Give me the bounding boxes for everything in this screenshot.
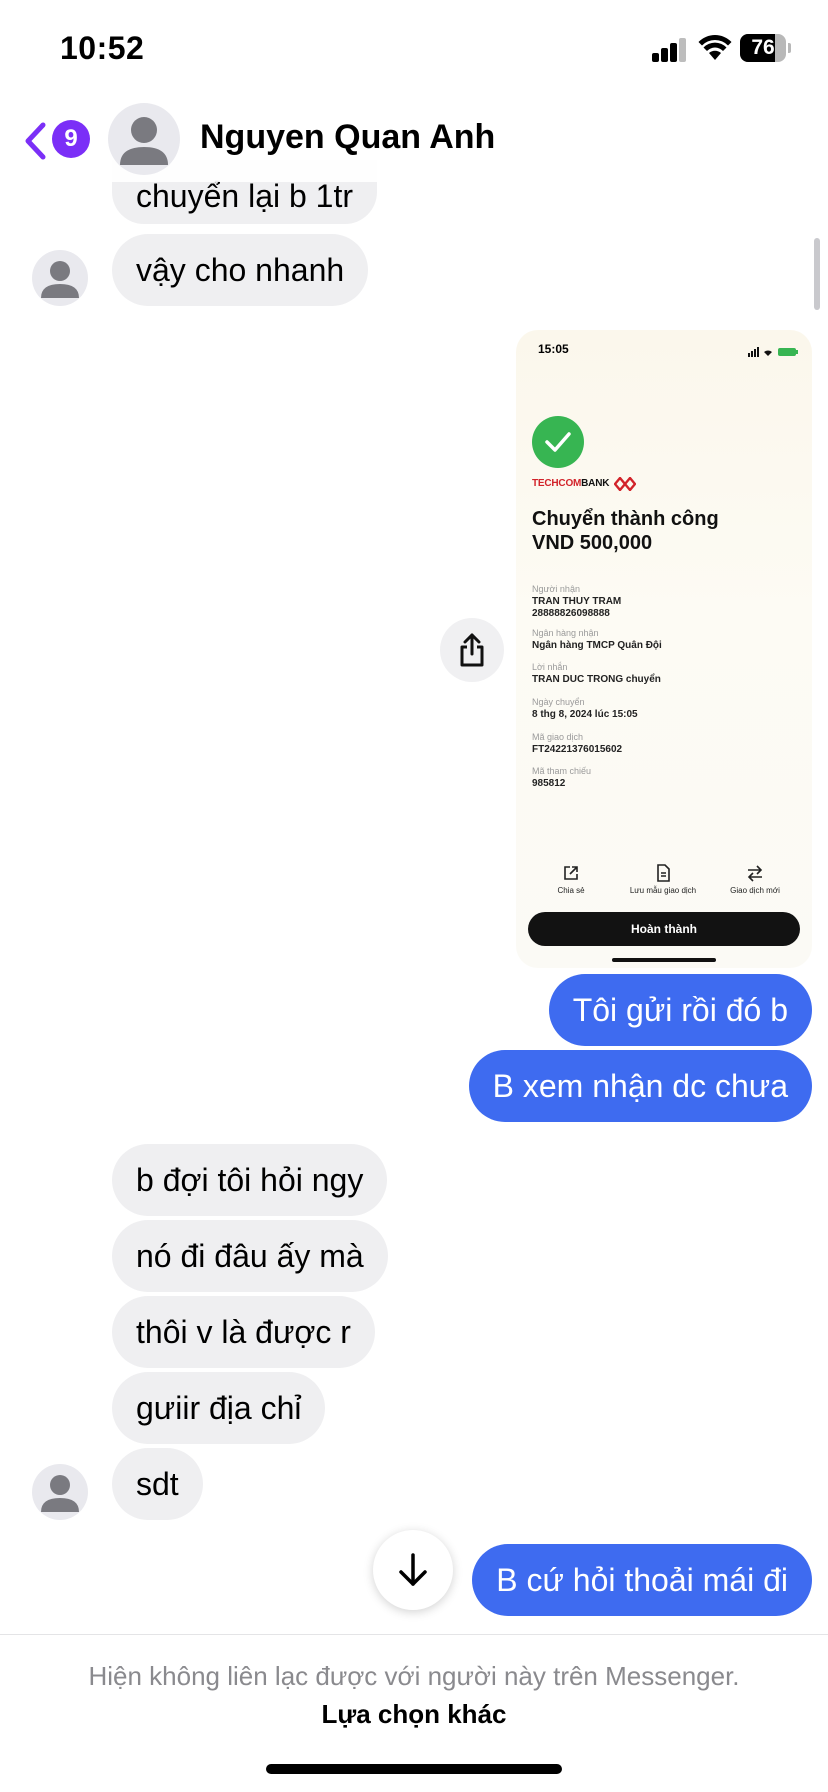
arrow-down-icon (399, 1553, 427, 1586)
swap-arrows-icon (747, 865, 763, 882)
message-bubble[interactable]: vậy cho nhanh (112, 234, 369, 306)
contact-name[interactable]: Nguyen Quan Anh (200, 118, 495, 157)
external-share-icon (564, 866, 578, 880)
cellular-signal-icon (652, 38, 688, 62)
chevron-left-icon (25, 122, 46, 160)
person-icon (41, 1475, 79, 1512)
unread-count-badge: 9 (52, 120, 90, 158)
field-value: 28888826098888 (532, 608, 610, 619)
unavailable-notice: Hiện không liên lạc được với người này t… (88, 1661, 740, 1691)
battery-level: 76 (751, 36, 775, 59)
field-label: Mã giao dịch (532, 732, 584, 742)
message-bubble[interactable]: b đợi tôi hỏi ngy (112, 1144, 388, 1216)
message-bubble[interactable]: sdt (112, 1448, 203, 1520)
battery-icon: 76 (740, 34, 791, 62)
image-home-indicator (612, 958, 716, 962)
bank-logo-icon (613, 476, 637, 492)
person-icon (41, 261, 79, 298)
image-status-icons (748, 344, 800, 357)
field-value: TRAN DUC TRONG chuyển (532, 674, 661, 685)
field-value: TRAN THUY TRAM (532, 596, 622, 607)
image-status-time: 15:05 (538, 342, 569, 356)
bank-logo-text: TECHCOMBANK (532, 478, 610, 489)
back-button[interactable]: 9 (24, 118, 94, 164)
other-options-link[interactable]: Lựa chọn khác (0, 1699, 828, 1730)
person-icon (120, 117, 168, 165)
image-done-button: Hoàn thành (528, 912, 800, 946)
field-label: Lời nhắn (532, 662, 568, 672)
message-bubble[interactable]: gưiir địa chỉ (112, 1372, 326, 1444)
transfer-amount: VND 500,000 (532, 532, 653, 554)
scrollbar[interactable] (814, 238, 820, 310)
share-icon (460, 633, 484, 667)
scroll-to-bottom-button[interactable] (373, 1530, 453, 1610)
field-label: Mã tham chiếu (532, 766, 592, 776)
message-bubble[interactable]: thôi v là được r (112, 1296, 375, 1368)
sender-avatar (32, 1464, 88, 1520)
chat-header: 9 Nguyen Quan Anh (0, 100, 828, 182)
wifi-icon (698, 34, 732, 62)
field-value: 8 thg 8, 2024 lúc 15:05 (532, 709, 638, 720)
field-value: Ngân hàng TMCP Quân Đội (532, 640, 662, 651)
success-check-icon (532, 416, 584, 468)
image-action-share: Chia sẻ (526, 864, 616, 895)
sender-avatar (32, 250, 88, 306)
share-button[interactable] (440, 618, 504, 682)
document-icon (657, 864, 670, 882)
shared-image-message[interactable]: 15:05 TECHCOMBANK Chuyển thành công VND … (516, 330, 812, 968)
home-indicator[interactable] (266, 1764, 562, 1774)
status-time: 10:52 (60, 30, 145, 66)
field-value: 985812 (532, 778, 566, 789)
contact-avatar[interactable] (108, 103, 180, 175)
field-value: FT24221376015602 (532, 744, 623, 755)
transfer-title: Chuyển thành công (532, 508, 719, 530)
message-bubble-outgoing[interactable]: Tôi gửi rồi đó b (548, 974, 812, 1046)
message-bubble-outgoing[interactable]: B cứ hỏi thoải mái đi (472, 1544, 812, 1616)
image-action-new-transaction: Giao dịch mới (710, 864, 800, 895)
status-bar: 10:52 76 (0, 0, 828, 100)
field-label: Người nhận (532, 584, 580, 594)
message-bubble[interactable]: nó đi đâu ấy mà (112, 1220, 388, 1292)
image-action-save-template: Lưu mẫu giao dịch (618, 864, 708, 895)
field-label: Ngày chuyển (532, 697, 585, 707)
message-bubble-outgoing[interactable]: B xem nhận dc chưa (468, 1050, 812, 1122)
field-label: Ngân hàng nhận (532, 628, 599, 638)
